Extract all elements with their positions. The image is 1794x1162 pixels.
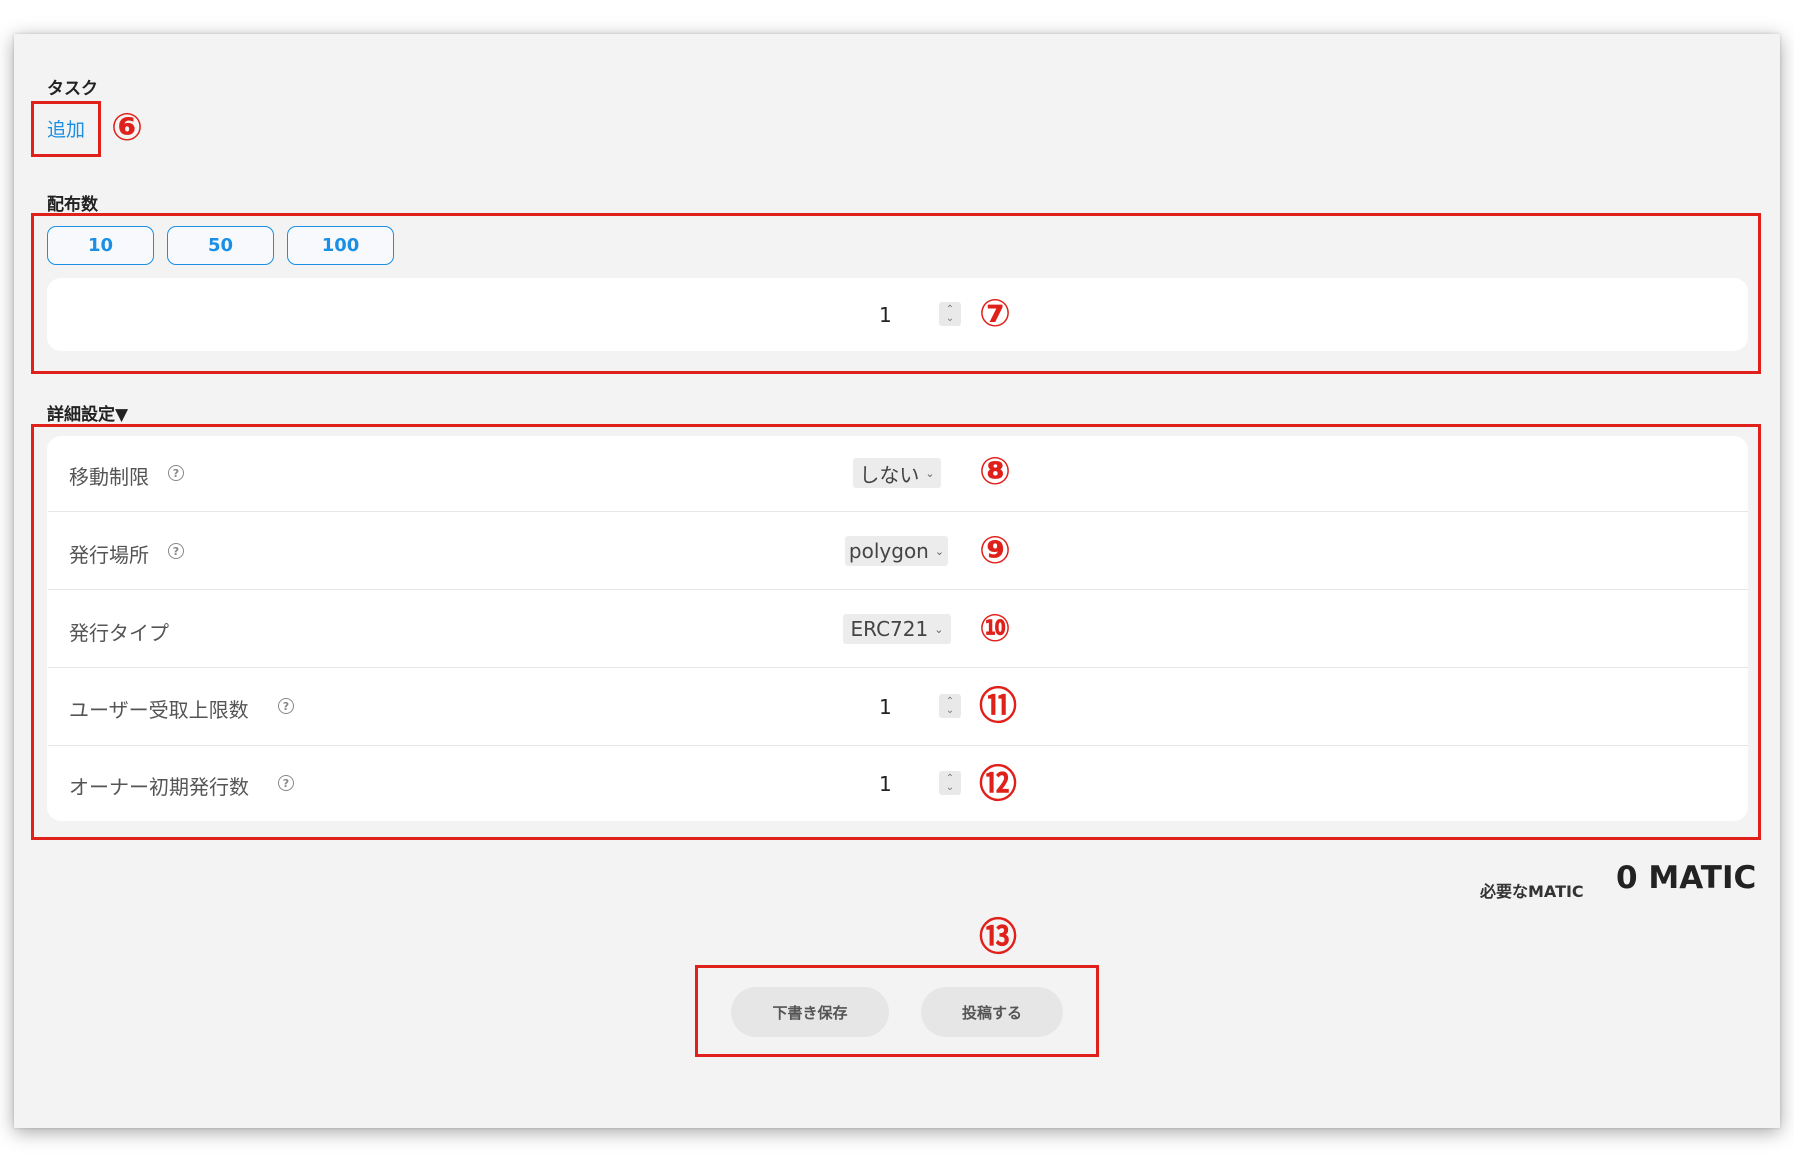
annotation-marker-7: ⑦ [979,291,1012,335]
distribution-heading: 配布数 [47,195,98,215]
task-heading: タスク [47,79,98,99]
annotation-box-6 [31,101,101,157]
required-matic-value: 0 MATIC [1616,860,1757,896]
annotation-box-7 [31,213,1761,374]
annotation-box-8-12 [31,424,1761,840]
advanced-settings-toggle[interactable]: 詳細設定▼ [47,400,128,425]
required-matic-label: 必要なMATIC [1480,882,1584,901]
post-button[interactable]: 投稿する [921,987,1063,1037]
annotation-marker-13: ⑬ [979,915,1018,959]
annotation-marker-6: ⑥ [111,105,144,149]
save-draft-button[interactable]: 下書き保存 [731,987,889,1037]
